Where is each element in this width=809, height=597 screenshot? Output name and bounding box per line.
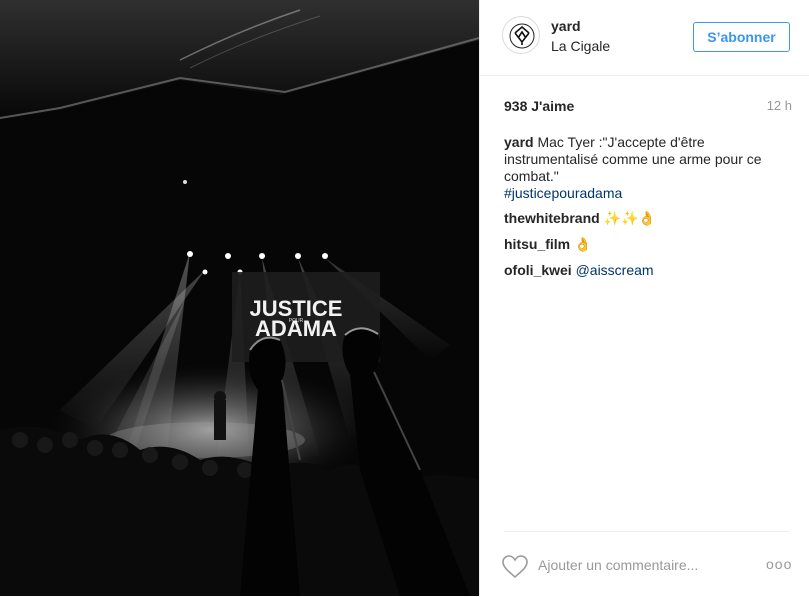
comment-mention[interactable]: @aisscream bbox=[576, 262, 654, 278]
post-photo[interactable]: JUSTICE POUR ADAMA bbox=[0, 0, 479, 596]
post-header: yard La Cigale S’abonner bbox=[480, 0, 809, 76]
likes-count[interactable]: 938 J'aime bbox=[504, 98, 574, 114]
comment-footer: ooo bbox=[502, 531, 792, 597]
caption-author[interactable]: yard bbox=[504, 134, 534, 150]
heart-icon[interactable] bbox=[502, 555, 528, 579]
comment-author[interactable]: thewhitebrand bbox=[504, 210, 600, 226]
follow-button[interactable]: S’abonner bbox=[693, 22, 790, 52]
caption-text: Mac Tyer :"J'accepte d'être instrumental… bbox=[504, 134, 762, 184]
yard-logo-icon bbox=[509, 23, 535, 49]
comment-item: hitsu_film 👌 bbox=[504, 236, 784, 254]
caption-hashtag[interactable]: #justicepouradama bbox=[504, 185, 622, 201]
more-options-icon[interactable]: ooo bbox=[766, 556, 792, 572]
comments-list: yard Mac Tyer :"J'accepte d'être instrum… bbox=[504, 134, 784, 287]
comment-item: ofoli_kwei @aisscream bbox=[504, 262, 784, 279]
comment-text: 👌 bbox=[574, 237, 592, 253]
avatar[interactable] bbox=[502, 16, 540, 54]
comment-text: ✨✨👌 bbox=[603, 211, 656, 227]
post-username[interactable]: yard bbox=[551, 18, 581, 34]
post-location[interactable]: La Cigale bbox=[551, 38, 610, 54]
concert-photo: JUSTICE POUR ADAMA bbox=[0, 0, 479, 596]
likes-row: 938 J'aime 12 h bbox=[504, 98, 792, 118]
post-time[interactable]: 12 h bbox=[767, 98, 792, 113]
add-comment-input[interactable] bbox=[538, 554, 758, 576]
comment-item: thewhitebrand ✨✨👌 bbox=[504, 210, 784, 228]
post-side-panel: yard La Cigale S’abonner 938 J'aime 12 h… bbox=[479, 0, 809, 596]
caption: yard Mac Tyer :"J'accepte d'être instrum… bbox=[504, 134, 784, 202]
comment-author[interactable]: ofoli_kwei bbox=[504, 262, 572, 278]
comment-author[interactable]: hitsu_film bbox=[504, 236, 570, 252]
